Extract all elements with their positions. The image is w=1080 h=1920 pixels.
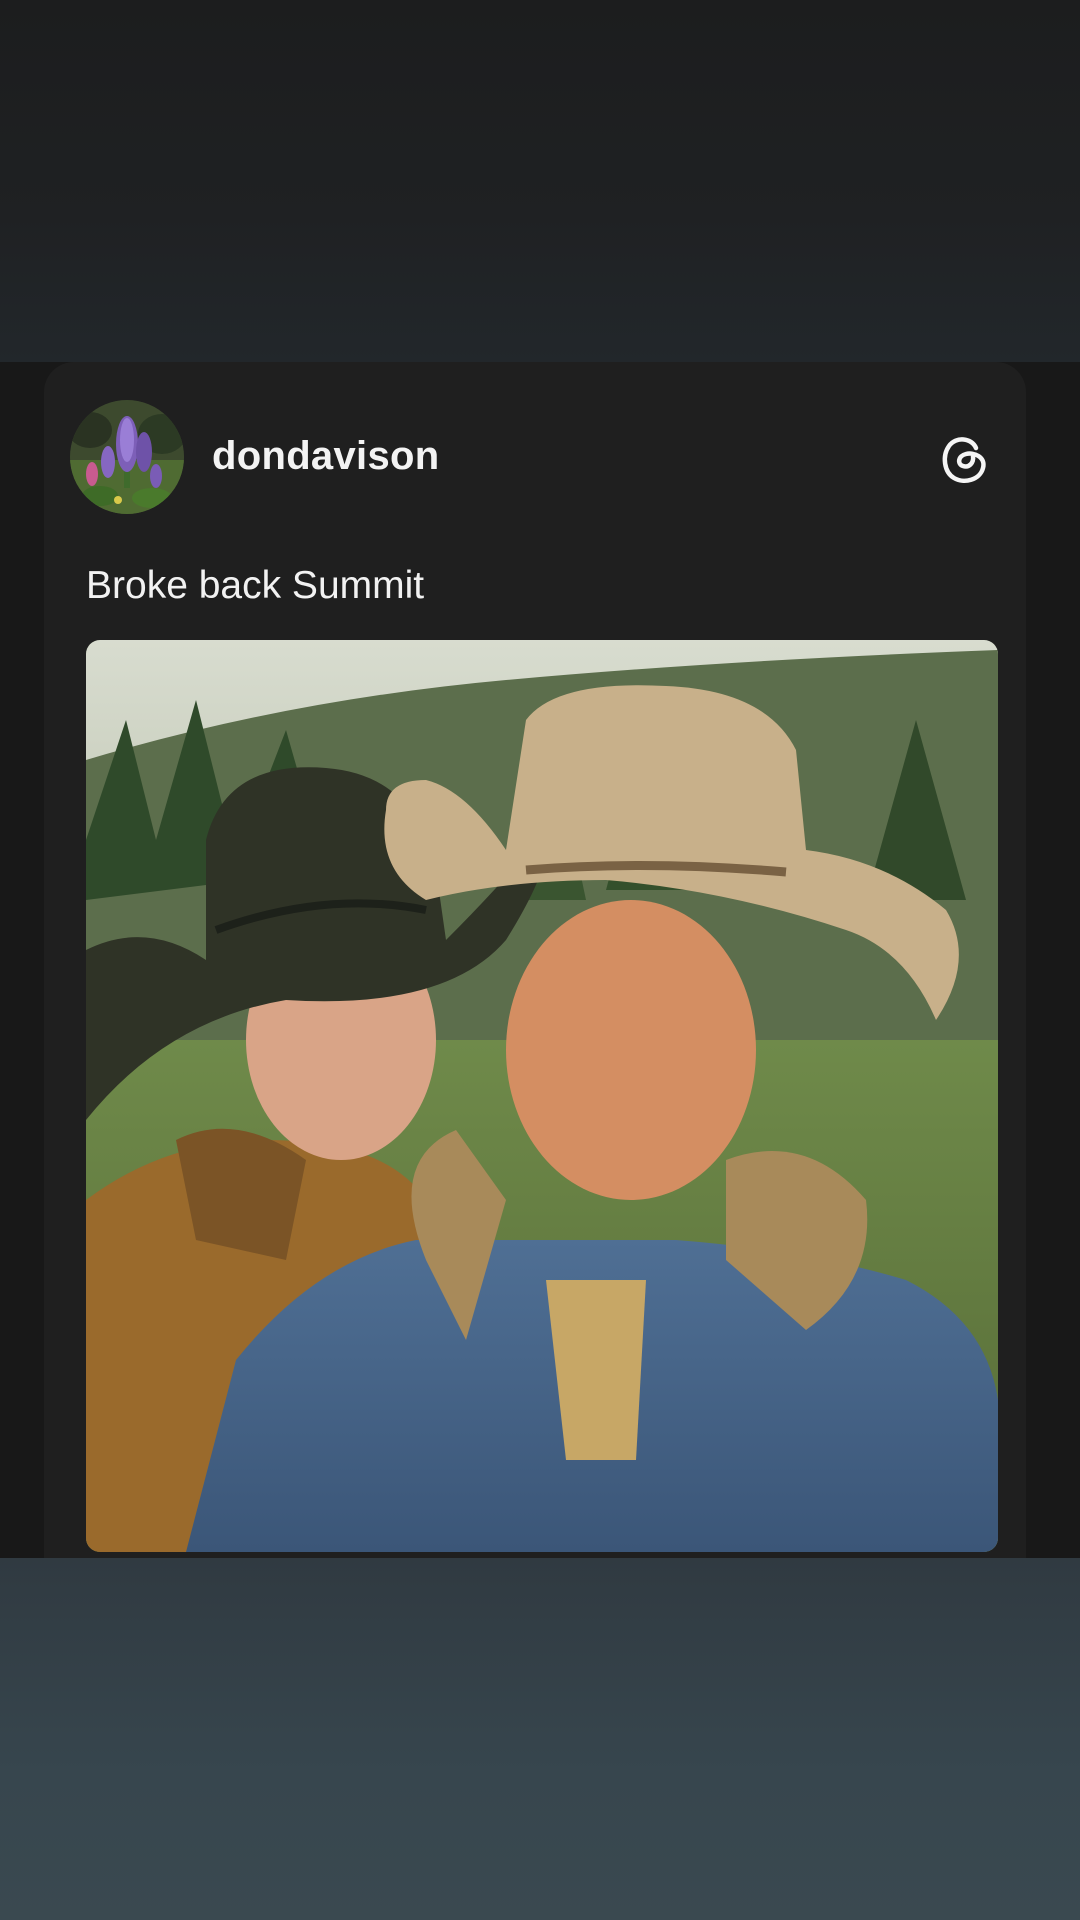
post-image[interactable] (86, 640, 998, 1552)
post-username[interactable]: dondavison (212, 434, 439, 479)
top-background (0, 0, 1080, 362)
two-cowboys-photo (86, 640, 998, 1552)
avatar[interactable] (70, 400, 184, 514)
threads-logo-icon[interactable] (936, 430, 992, 486)
threads-post-card: dondavison Broke back Summit (44, 362, 1026, 1558)
post-caption: Broke back Summit (86, 564, 425, 607)
lupine-flowers-icon (70, 400, 184, 514)
bottom-background (0, 1558, 1080, 1920)
